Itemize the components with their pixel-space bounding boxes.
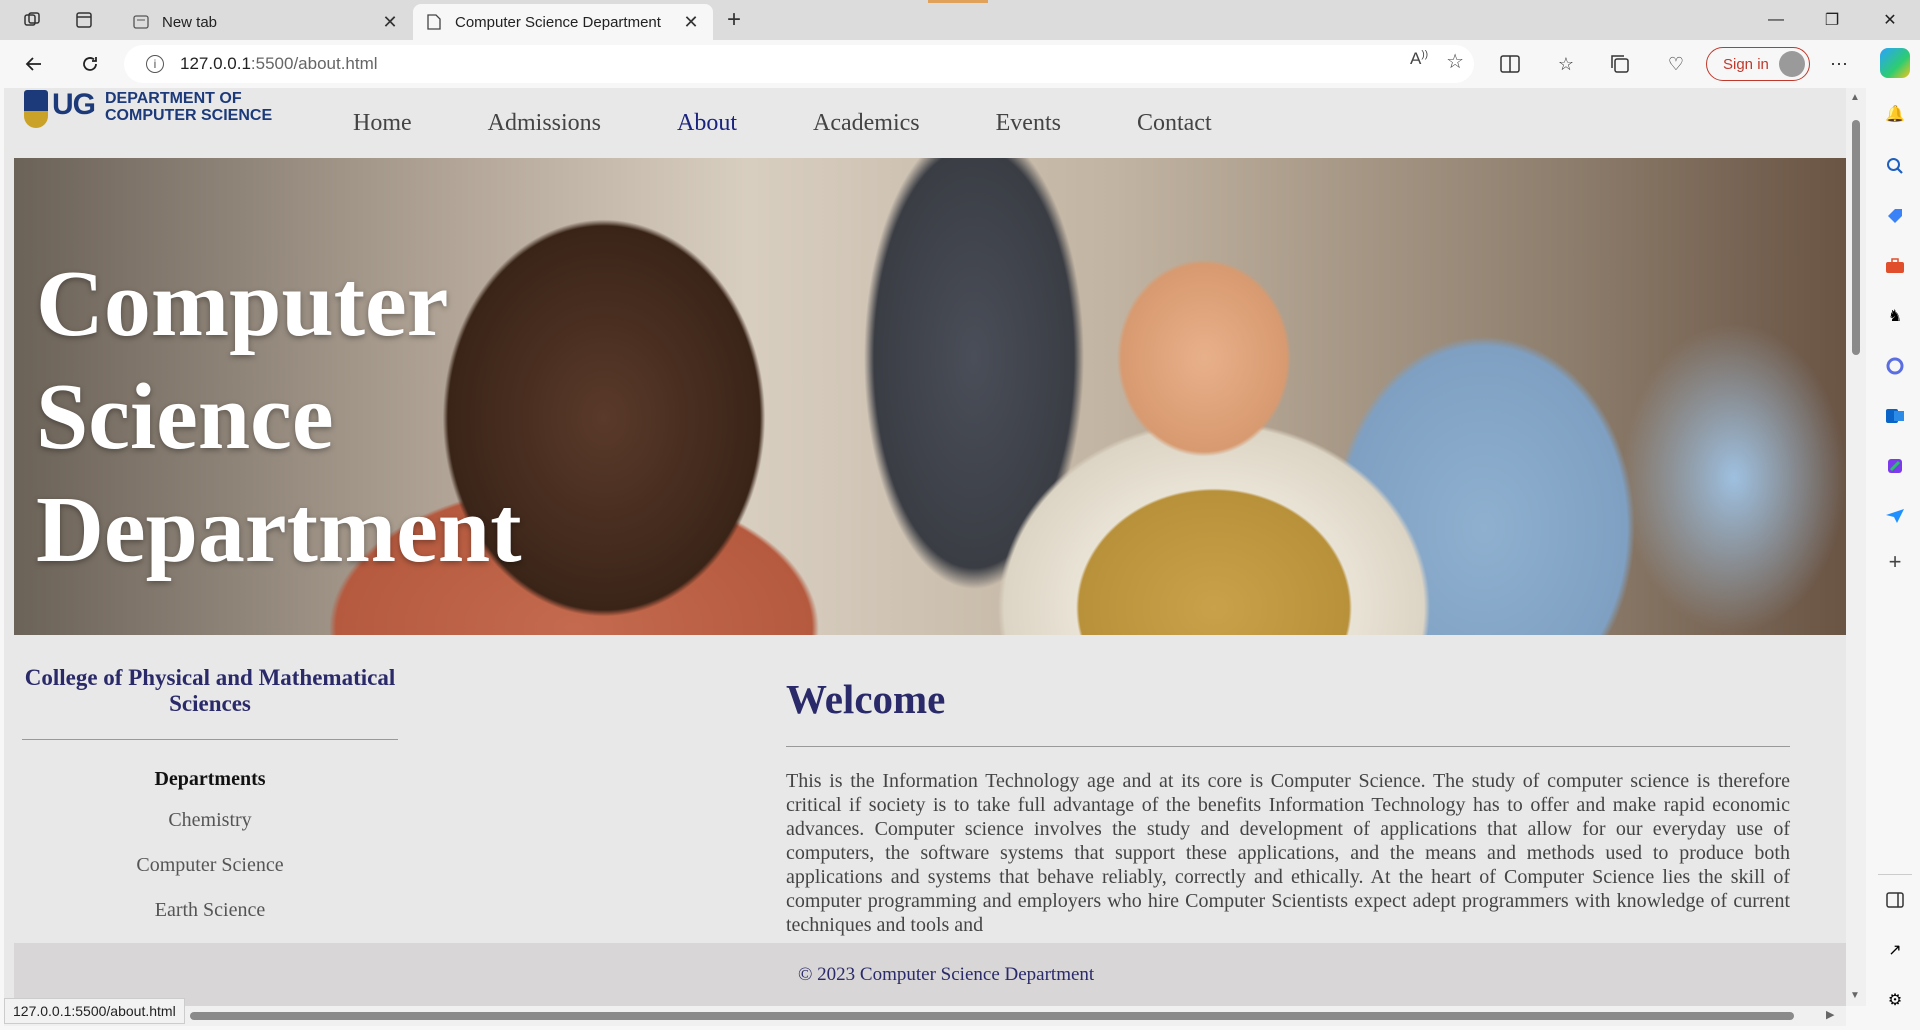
- nav-admissions[interactable]: Admissions: [488, 110, 601, 137]
- edge-sidebar: 🔔 ♞ + ↗ ⚙: [1870, 88, 1920, 1030]
- new-tab-button[interactable]: +: [720, 6, 748, 34]
- workspaces-icon[interactable]: [18, 6, 46, 34]
- add-sidebar-app-icon[interactable]: +: [1883, 549, 1907, 574]
- department-link-computer-science[interactable]: Computer Science: [22, 854, 398, 879]
- tab-strip: New tab ✕ Computer Science Department ✕ …: [0, 0, 1920, 40]
- tab-computer-science-department[interactable]: Computer Science Department ✕: [413, 4, 713, 40]
- hide-sidebar-icon[interactable]: [1883, 888, 1907, 912]
- settings-gear-icon[interactable]: ⚙: [1883, 988, 1907, 1012]
- college-name: College of Physical and Mathematical Sci…: [24, 665, 396, 716]
- tab-title: Computer Science Department: [455, 13, 661, 31]
- scroll-right-arrow-icon[interactable]: ▶: [1826, 1008, 1834, 1021]
- horizontal-scroll-thumb[interactable]: [190, 1012, 1794, 1020]
- open-external-icon[interactable]: ↗: [1883, 938, 1907, 962]
- horizontal-scrollbar[interactable]: ▶: [4, 1006, 1846, 1026]
- refresh-icon[interactable]: [74, 48, 106, 80]
- designer-icon[interactable]: [1883, 454, 1907, 478]
- outlook-icon[interactable]: [1883, 404, 1907, 428]
- hero-title-line-3: Department: [36, 478, 522, 582]
- sign-in-button[interactable]: Sign in: [1706, 47, 1810, 81]
- minimize-icon[interactable]: —: [1750, 0, 1802, 40]
- nav-events[interactable]: Events: [996, 110, 1061, 137]
- browser-toolbar: i 127.0.0.1:5500/about.html A)) ☆ ☆ ♡ Si…: [0, 40, 1920, 88]
- logo-mark: UG: [52, 88, 96, 121]
- nav-academics[interactable]: Academics: [813, 110, 920, 137]
- avatar: [1779, 51, 1805, 77]
- tab-strip-accent: [928, 0, 988, 3]
- send-icon[interactable]: [1883, 504, 1907, 528]
- department-link-earth-science[interactable]: Earth Science: [22, 899, 398, 924]
- hero-title-line-1: Computer: [36, 252, 449, 356]
- back-icon[interactable]: [18, 48, 50, 80]
- nav-about[interactable]: About: [677, 110, 737, 137]
- hero-banner-image: Computer Science Department: [14, 158, 1846, 635]
- microsoft-365-icon[interactable]: [1883, 354, 1907, 378]
- browser-essentials-icon[interactable]: ♡: [1660, 48, 1692, 80]
- page-viewport: UG DEPARTMENT OF COMPUTER SCIENCE Home A…: [4, 88, 1846, 1006]
- page-icon: [425, 13, 443, 31]
- address-path: :5500/about.html: [250, 54, 378, 73]
- site-header: UG DEPARTMENT OF COMPUTER SCIENCE Home A…: [4, 88, 1846, 158]
- new-tab-page-icon: [132, 13, 150, 31]
- site-logo[interactable]: UG DEPARTMENT OF COMPUTER SCIENCE: [24, 88, 272, 128]
- scroll-up-arrow-icon[interactable]: ▲: [1850, 92, 1860, 103]
- departments-heading: Departments: [154, 768, 266, 790]
- read-aloud-icon[interactable]: A)): [1410, 49, 1428, 74]
- nav-contact[interactable]: Contact: [1137, 110, 1212, 137]
- departments-sidebar: College of Physical and Mathematical Sci…: [22, 635, 398, 924]
- close-window-icon[interactable]: ✕: [1864, 0, 1916, 40]
- sidebar-divider: [1878, 874, 1912, 875]
- scroll-down-arrow-icon[interactable]: ▼: [1850, 990, 1860, 1001]
- department-link-chemistry[interactable]: Chemistry: [22, 809, 398, 834]
- sign-in-label: Sign in: [1723, 55, 1769, 73]
- close-tab-icon[interactable]: ✕: [681, 12, 701, 33]
- tools-briefcase-icon[interactable]: [1883, 254, 1907, 278]
- more-options-icon[interactable]: ⋯: [1823, 48, 1855, 80]
- tab-new-tab[interactable]: New tab ✕: [120, 4, 412, 40]
- notifications-bell-icon[interactable]: 🔔: [1883, 102, 1907, 126]
- vertical-scroll-thumb[interactable]: [1852, 120, 1860, 355]
- close-tab-icon[interactable]: ✕: [380, 12, 400, 33]
- site-info-icon[interactable]: i: [146, 55, 164, 73]
- sidebar-divider: [22, 739, 398, 740]
- logo-line-1: DEPARTMENT OF: [105, 90, 242, 107]
- games-icon[interactable]: ♞: [1883, 304, 1907, 328]
- nav-home[interactable]: Home: [353, 110, 412, 137]
- site-footer: © 2023 Computer Science Department: [14, 943, 1846, 1006]
- search-icon[interactable]: [1883, 154, 1907, 178]
- welcome-divider: [786, 746, 1790, 747]
- departments-list: Chemistry Computer Science Earth Science: [22, 809, 398, 924]
- collections-icon[interactable]: [1604, 48, 1636, 80]
- tab-actions-icon[interactable]: [70, 6, 98, 34]
- main-nav: Home Admissions About Academics Events C…: [353, 110, 1288, 137]
- split-screen-icon[interactable]: [1494, 48, 1526, 80]
- vertical-scrollbar[interactable]: ▲ ▼: [1846, 88, 1866, 1006]
- logo-text: DEPARTMENT OF COMPUTER SCIENCE: [105, 90, 272, 124]
- shopping-tag-icon[interactable]: [1883, 204, 1907, 228]
- favorites-icon[interactable]: ☆: [1550, 48, 1582, 80]
- restore-icon[interactable]: ❐: [1806, 0, 1858, 40]
- welcome-body-text: This is the Information Technology age a…: [786, 770, 1790, 936]
- favorite-star-icon[interactable]: ☆: [1446, 49, 1464, 74]
- welcome-heading: Welcome: [786, 676, 946, 722]
- address-host: 127.0.0.1: [180, 54, 251, 73]
- hero-title-line-2: Science: [36, 365, 334, 469]
- copilot-icon[interactable]: [1880, 48, 1910, 78]
- main-content: Welcome This is the Information Technolo…: [786, 635, 1790, 937]
- footer-copyright: © 2023 Computer Science Department: [798, 963, 1095, 985]
- hero-title: Computer Science Department: [36, 248, 522, 587]
- address-bar[interactable]: i 127.0.0.1:5500/about.html A)) ☆: [124, 45, 1474, 83]
- logo-line-2: COMPUTER SCIENCE: [105, 107, 273, 124]
- university-crest-icon: [24, 90, 48, 128]
- status-bar-url: 127.0.0.1:5500/about.html: [4, 998, 185, 1024]
- tab-title: New tab: [162, 13, 218, 31]
